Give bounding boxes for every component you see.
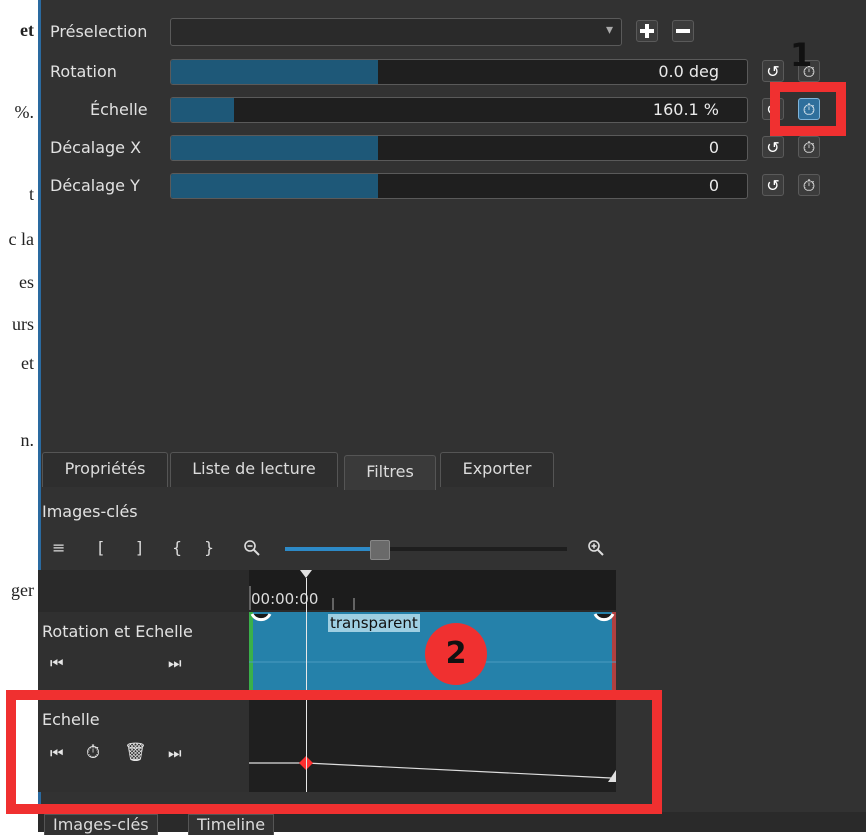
scale-slider[interactable]: 160.1 % bbox=[170, 97, 748, 123]
bottom-dock-tabs: Images-clés Timeline bbox=[38, 812, 866, 835]
slider-fill bbox=[171, 174, 379, 198]
keyframe-offset-y-button[interactable]: ⏱ bbox=[798, 174, 820, 196]
dock-tabs: Propriétés Liste de lecture Filtres Expo… bbox=[38, 452, 866, 490]
param-label-rotation: Rotation bbox=[50, 62, 117, 81]
doc-fragment: t bbox=[28, 184, 34, 204]
timeline-ruler[interactable]: 00:00:00 bbox=[249, 570, 616, 610]
reset-rotation-button[interactable]: ↺ bbox=[762, 60, 784, 82]
zoom-slider-fill bbox=[285, 547, 381, 551]
offset-y-value: 0 bbox=[708, 176, 719, 195]
track-header-rotation-scale: Rotation et Echelle ⏮ ⏭ bbox=[38, 612, 249, 692]
param-label-offset-x: Décalage X bbox=[50, 138, 142, 157]
set-out-button[interactable]: ] bbox=[136, 538, 142, 557]
annotation-badge-2: 2 bbox=[425, 623, 487, 685]
offset-x-value: 0 bbox=[708, 138, 719, 157]
highlight-box-2 bbox=[6, 690, 662, 814]
offset-x-slider[interactable]: 0 bbox=[170, 135, 748, 161]
zoom-out-icon[interactable] bbox=[242, 538, 262, 562]
tab-export[interactable]: Exporter bbox=[440, 452, 554, 487]
ruler-ticks bbox=[249, 570, 355, 610]
slider-fill bbox=[171, 136, 379, 160]
param-label-scale: Échelle bbox=[90, 100, 148, 119]
reset-icon: ↺ bbox=[766, 138, 780, 157]
highlight-box-1 bbox=[770, 82, 846, 136]
rotation-slider[interactable]: 0.0 deg bbox=[170, 59, 748, 85]
zoom-in-icon[interactable] bbox=[586, 538, 606, 562]
doc-fragment: es bbox=[19, 272, 34, 292]
plus-icon bbox=[640, 24, 654, 38]
tab-keyframes[interactable]: Images-clés bbox=[44, 814, 158, 835]
set-in-button[interactable]: [ bbox=[98, 538, 104, 557]
tab-playlist[interactable]: Liste de lecture bbox=[170, 452, 338, 487]
slider-fill bbox=[171, 98, 235, 122]
doc-fragment: c la bbox=[8, 229, 34, 249]
menu-icon[interactable]: ≡ bbox=[52, 538, 65, 557]
track-name: Rotation et Echelle bbox=[42, 622, 193, 641]
keyframes-panel-title: Images-clés bbox=[42, 502, 138, 521]
reset-icon: ↺ bbox=[766, 62, 780, 81]
stopwatch-icon: ⏱ bbox=[802, 138, 816, 157]
stopwatch-icon: ⏱ bbox=[802, 176, 816, 195]
tab-properties[interactable]: Propriétés bbox=[42, 452, 168, 487]
keyframe-offset-x-button[interactable]: ⏱ bbox=[798, 136, 820, 158]
zoom-slider-handle[interactable] bbox=[370, 540, 390, 560]
next-keyframe-icon[interactable]: ⏭ bbox=[168, 654, 182, 672]
reset-offset-y-button[interactable]: ↺ bbox=[762, 174, 784, 196]
param-label-offset-y: Décalage Y bbox=[50, 176, 140, 195]
doc-fragment: %. bbox=[14, 102, 35, 122]
filter-out-button[interactable]: } bbox=[204, 538, 214, 557]
slider-fill bbox=[171, 60, 379, 84]
doc-fragment: urs bbox=[12, 314, 34, 334]
reset-offset-x-button[interactable]: ↺ bbox=[762, 136, 784, 158]
minus-icon bbox=[676, 29, 690, 33]
doc-fragment: et bbox=[20, 20, 34, 40]
tab-filters[interactable]: Filtres bbox=[344, 455, 436, 490]
rotation-value: 0.0 deg bbox=[658, 62, 719, 81]
preset-dropdown[interactable]: ▾ bbox=[170, 18, 622, 46]
filter-in-button[interactable]: { bbox=[172, 538, 182, 557]
add-preset-button[interactable] bbox=[636, 20, 658, 42]
doc-fragment: ger bbox=[11, 580, 34, 600]
scale-value: 160.1 % bbox=[652, 100, 719, 119]
reset-icon: ↺ bbox=[766, 176, 780, 195]
tab-timeline[interactable]: Timeline bbox=[188, 814, 275, 835]
previous-keyframe-icon[interactable]: ⏮ bbox=[50, 654, 64, 672]
preset-label: Préselection bbox=[50, 22, 148, 41]
remove-preset-button[interactable] bbox=[672, 20, 694, 42]
doc-fragment: et bbox=[21, 353, 34, 373]
chevron-down-icon: ▾ bbox=[605, 22, 613, 38]
annotation-number-1: 1 bbox=[790, 36, 813, 74]
offset-y-slider[interactable]: 0 bbox=[170, 173, 748, 199]
doc-fragment: n. bbox=[20, 430, 35, 450]
